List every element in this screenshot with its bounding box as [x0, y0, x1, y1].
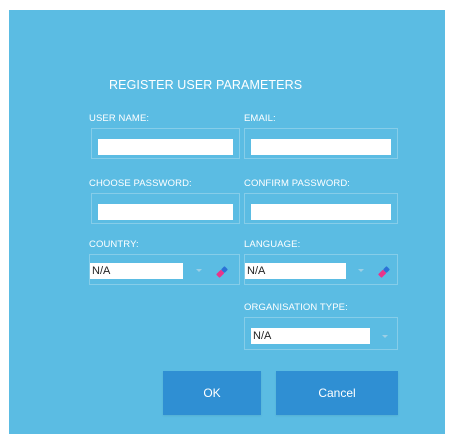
choose-password-input[interactable] — [98, 204, 233, 220]
chevron-down-icon[interactable] — [382, 335, 388, 338]
register-user-dialog: REGISTER USER PARAMETERS USER NAME: EMAI… — [9, 10, 445, 434]
email-input[interactable] — [251, 139, 391, 155]
country-select[interactable]: N/A — [90, 263, 183, 279]
user-name-label: USER NAME: — [89, 113, 150, 124]
eraser-icon[interactable] — [377, 265, 391, 279]
user-name-input[interactable] — [98, 139, 233, 155]
language-select[interactable]: N/A — [245, 263, 346, 279]
email-label: EMAIL: — [244, 113, 276, 124]
organisation-type-select[interactable]: N/A — [251, 328, 370, 344]
choose-password-field-frame — [91, 193, 240, 224]
confirm-password-label: CONFIRM PASSWORD: — [244, 178, 351, 189]
email-field-frame — [244, 128, 398, 159]
chevron-down-icon[interactable] — [196, 269, 202, 272]
cancel-button[interactable]: Cancel — [276, 371, 398, 415]
country-select-frame: N/A — [89, 254, 240, 285]
language-select-frame: N/A — [244, 254, 398, 285]
ok-button[interactable]: OK — [163, 371, 261, 415]
country-label: COUNTRY: — [89, 239, 139, 250]
choose-password-label: CHOOSE PASSWORD: — [89, 178, 192, 189]
user-name-field-frame — [91, 128, 240, 159]
dialog-title: REGISTER USER PARAMETERS — [109, 78, 303, 92]
confirm-password-input[interactable] — [251, 204, 391, 220]
chevron-down-icon[interactable] — [358, 269, 364, 272]
confirm-password-field-frame — [244, 193, 398, 224]
organisation-type-select-frame: N/A — [244, 317, 398, 350]
organisation-type-label: ORGANISATION TYPE: — [244, 302, 348, 313]
eraser-icon[interactable] — [215, 265, 229, 279]
language-label: LANGUAGE: — [244, 239, 301, 250]
